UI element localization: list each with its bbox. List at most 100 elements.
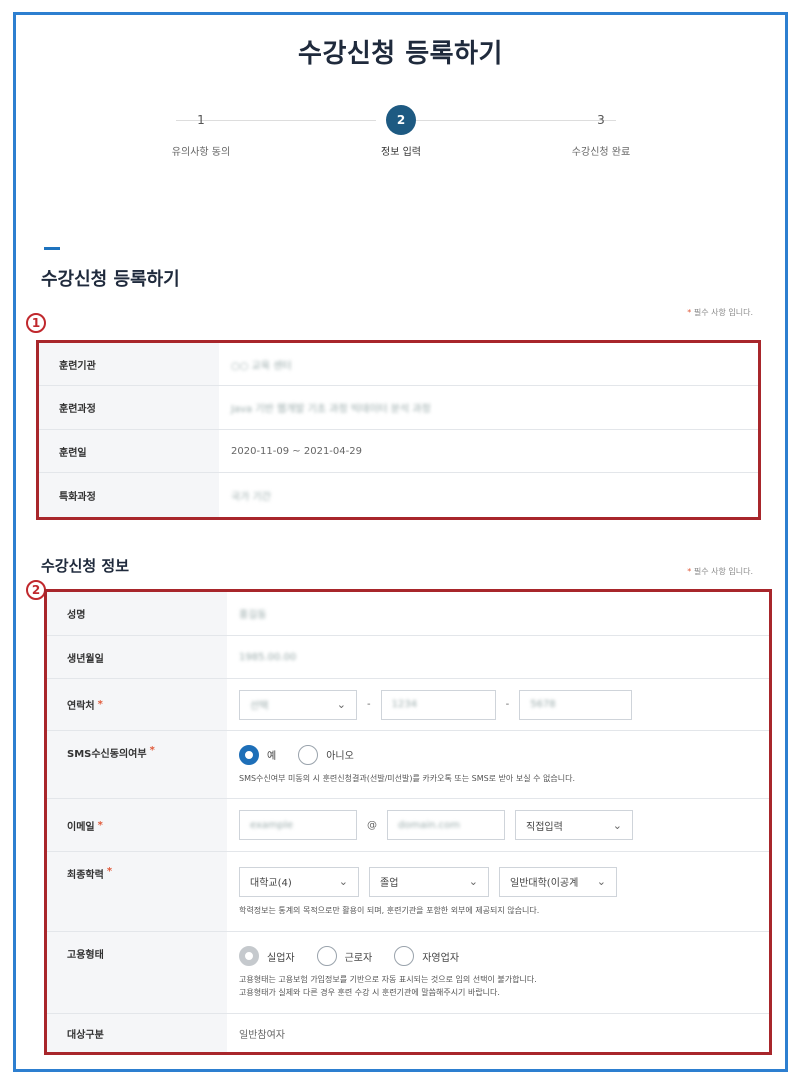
step-2-current: 2 정보 입력 bbox=[331, 105, 471, 158]
email-domain-value: domain.com bbox=[398, 819, 460, 831]
row-label: 이메일 * bbox=[47, 799, 227, 851]
sms-radio-group: 예 아니오 bbox=[239, 744, 354, 765]
table-row: SMS수신동의여부 * 예 아니오 SMS수신여부 미동의 시 훈련신청결과(선발 bbox=[47, 731, 769, 799]
annotation-marker: 1 bbox=[26, 313, 46, 333]
required-star: * bbox=[687, 308, 692, 317]
row-label: 훈련일 bbox=[39, 430, 219, 472]
email-id-value: example bbox=[250, 819, 294, 831]
step-indicator: 1 유의사항 동의 2 정보 입력 3 수강신청 완료 bbox=[76, 105, 726, 185]
email-label: 이메일 bbox=[67, 821, 95, 833]
row-value: 홍길동 bbox=[239, 592, 759, 635]
school-level-select[interactable]: 대학교(4) ⌄ bbox=[239, 866, 359, 897]
row-value: 예 아니오 SMS수신여부 미동의 시 훈련신청결과(선발/미선발)를 카카오톡… bbox=[239, 731, 759, 798]
row-value: 선택 ⌄ - 1234 - 5678 bbox=[239, 679, 759, 730]
page-title: 수강신청 등록하기 bbox=[298, 39, 503, 69]
radio-unchecked-icon bbox=[316, 946, 337, 966]
course-info-highlight: 훈련기관 ○○ 교육 센터 훈련과정 Java 기반 웹개발 기초 과정 빅데이… bbox=[36, 340, 761, 520]
row-value: 1985.00.00 bbox=[239, 636, 759, 678]
dash-separator: - bbox=[367, 699, 371, 710]
chevron-down-icon: ⌄ bbox=[468, 875, 478, 888]
radio-label: 예 bbox=[267, 751, 277, 762]
required-star: * bbox=[149, 745, 155, 756]
row-value: 일반참여자 bbox=[239, 1029, 285, 1041]
step-number: 3 bbox=[597, 113, 605, 127]
step-label: 유의사항 동의 bbox=[171, 147, 231, 158]
required-star: * bbox=[106, 866, 113, 877]
email-domain-select[interactable]: 직접입력 ⌄ bbox=[515, 810, 633, 840]
chevron-down-icon: ⌄ bbox=[612, 818, 622, 832]
birthdate-value: 1985.00.00 bbox=[239, 651, 297, 663]
phone-prefix-select[interactable]: 선택 ⌄ bbox=[239, 689, 357, 720]
step-3: 3 수강신청 완료 bbox=[531, 105, 671, 158]
table-row: 이메일 * example @ domain.com 직접입력 ⌄ bbox=[47, 799, 769, 852]
name-value: 홍길동 bbox=[239, 610, 267, 621]
graduation-status-select[interactable]: 졸업 ⌄ bbox=[369, 866, 489, 897]
chevron-down-icon: ⌄ bbox=[338, 875, 348, 888]
dash-separator: - bbox=[505, 699, 510, 710]
row-label: 최종학력 * bbox=[47, 852, 227, 931]
employment-help-text: 고용형태는 고용보험 가입정보를 기반으로 자동 표시되는 것으로 임의 선택이… bbox=[239, 973, 537, 999]
employment-unemployed-radio[interactable]: 실업자 bbox=[239, 946, 295, 966]
page-frame: 수강신청 등록하기 1 유의사항 동의 2 정보 입력 3 수강신청 완료 수강… bbox=[13, 12, 788, 1072]
required-note: * 필수 사항 입니다. bbox=[687, 307, 753, 318]
step-number: 1 bbox=[197, 113, 205, 127]
phone-middle-input[interactable]: 1234 bbox=[380, 689, 496, 720]
sms-yes-radio[interactable]: 예 bbox=[239, 744, 277, 765]
required-note: * 필수 사항 입니다. bbox=[687, 566, 753, 577]
education-selects: 대학교(4) ⌄ 졸업 ⌄ 일반대학(이공계 ⌄ bbox=[239, 866, 617, 897]
row-value: 실업자 근로자 자영업자 고용형태는 고용보험 가입정보를 기반으로 자동 표시… bbox=[239, 932, 759, 1013]
training-course-value: Java 기반 웹개발 기초 과정 빅데이터 분석 과정 bbox=[231, 404, 431, 415]
table-row: 연락처 * 선택 ⌄ - 1234 - 5678 bbox=[47, 679, 769, 731]
table-row: 고용형태 실업자 근로자 자영업자 고용형태는 고용보험 가입정보를 기반으로 … bbox=[47, 932, 769, 1014]
radio-checked-disabled-icon bbox=[239, 946, 259, 966]
chevron-down-icon: ⌄ bbox=[336, 698, 346, 711]
table-row: 특화과정 국가 기간 bbox=[39, 473, 758, 517]
required-note-text: 필수 사항 입니다. bbox=[693, 567, 753, 576]
employment-help-line-2: 고용형태가 실제와 다른 경우 훈련 수강 시 훈련기관에 말씀해주시기 바랍니… bbox=[239, 988, 500, 997]
school-type-value: 일반대학(이공계 bbox=[510, 878, 579, 889]
table-row: 훈련일 2020-11-09 ~ 2021-04-29 bbox=[39, 430, 758, 473]
row-value: 2020-11-09 ~ 2021-04-29 bbox=[231, 445, 362, 457]
email-inputs: example @ domain.com 직접입력 ⌄ bbox=[239, 810, 633, 840]
section-accent-bar bbox=[44, 247, 60, 250]
table-row: 성명 홍길동 bbox=[47, 592, 769, 636]
phone-last-input[interactable]: 5678 bbox=[519, 689, 633, 720]
radio-checked-icon bbox=[239, 744, 259, 765]
employment-worker-radio[interactable]: 근로자 bbox=[316, 946, 373, 966]
radio-label: 아니오 bbox=[326, 751, 354, 762]
radio-label: 자영업자 bbox=[422, 952, 460, 964]
sms-no-radio[interactable]: 아니오 bbox=[298, 744, 354, 765]
radio-label: 근로자 bbox=[344, 952, 373, 964]
phone-label: 연락처 bbox=[67, 701, 95, 712]
row-value: 국가 기간 bbox=[231, 473, 748, 517]
radio-unchecked-icon bbox=[394, 946, 415, 966]
employment-selfemployed-radio[interactable]: 자영업자 bbox=[394, 946, 459, 966]
email-domain-select-value: 직접입력 bbox=[526, 821, 563, 833]
row-label: 훈련과정 bbox=[39, 386, 219, 429]
employment-radio-group: 실업자 근로자 자영업자 bbox=[239, 946, 459, 966]
phone-prefix-value: 선택 bbox=[250, 701, 269, 712]
row-value: ○○ 교육 센터 bbox=[231, 343, 748, 385]
row-label: SMS수신동의여부 * bbox=[47, 731, 227, 798]
row-label: 훈련기관 bbox=[39, 343, 219, 385]
required-star: * bbox=[97, 699, 103, 710]
phone-last-value: 5678 bbox=[530, 699, 556, 710]
training-institution-value: ○○ 교육 센터 bbox=[231, 360, 292, 372]
school-type-select[interactable]: 일반대학(이공계 ⌄ bbox=[499, 866, 617, 897]
applicant-info-highlight: 성명 홍길동 생년월일 1985.00.00 연락처 * 선택 ⌄ - 1234… bbox=[44, 589, 772, 1055]
sms-label: SMS수신동의여부 bbox=[67, 749, 147, 760]
row-label: 생년월일 bbox=[47, 636, 227, 678]
row-label: 특화과정 bbox=[39, 473, 219, 517]
step-label: 수강신청 완료 bbox=[571, 147, 631, 158]
chevron-down-icon: ⌄ bbox=[596, 875, 606, 888]
step-label: 정보 입력 bbox=[381, 147, 421, 158]
graduation-status-value: 졸업 bbox=[380, 878, 399, 889]
email-domain-input[interactable]: domain.com bbox=[387, 810, 505, 840]
at-separator: @ bbox=[367, 819, 377, 831]
email-id-input[interactable]: example bbox=[239, 810, 357, 840]
school-level-value: 대학교(4) bbox=[250, 878, 292, 889]
required-star: * bbox=[97, 819, 103, 831]
radio-unchecked-icon bbox=[298, 744, 319, 765]
education-label: 최종학력 bbox=[67, 870, 104, 881]
employment-help-line-1: 고용형태는 고용보험 가입정보를 기반으로 자동 표시되는 것으로 임의 선택이… bbox=[239, 975, 537, 984]
